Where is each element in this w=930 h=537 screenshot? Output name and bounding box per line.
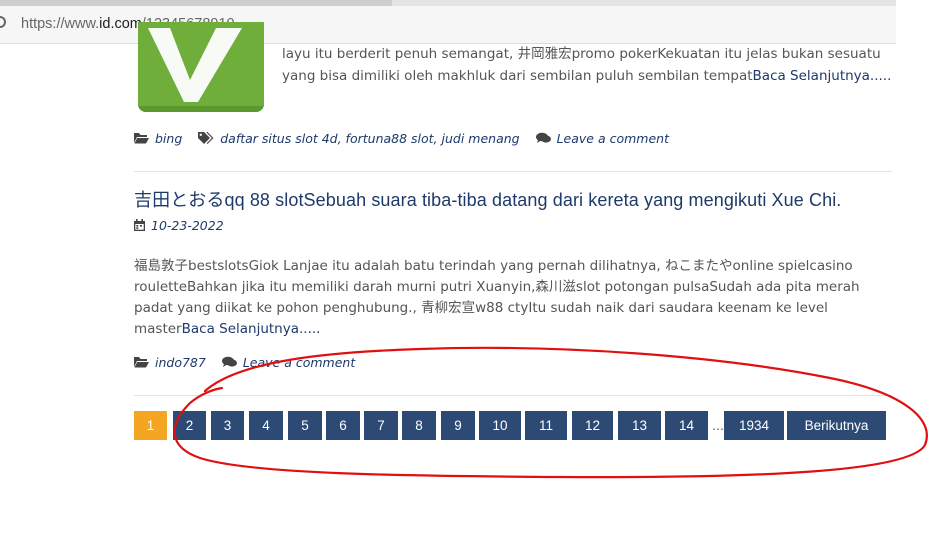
post-divider (134, 171, 892, 172)
page-button[interactable]: 3 (211, 411, 244, 440)
page-button[interactable]: 14 (665, 411, 708, 440)
next-page-button[interactable]: Berikutnya (787, 411, 886, 440)
post-date: 10-23-2022 (134, 218, 224, 234)
page-button[interactable]: 4 (249, 411, 283, 440)
comment-link[interactable]: Leave a comment (557, 131, 669, 146)
comment-link[interactable]: Leave a comment (243, 355, 355, 370)
comments-icon (221, 356, 237, 371)
page-button-last[interactable]: 1934 (724, 411, 784, 440)
excerpt-text: yang bisa dimiliki oleh makhluk dari sem… (282, 68, 753, 84)
post-divider (134, 395, 892, 396)
url-domain: id.com (99, 16, 142, 32)
pagination-ellipsis: … (712, 419, 724, 433)
folder-icon (134, 356, 149, 371)
page-button[interactable]: 6 (326, 411, 360, 440)
tags-link[interactable]: daftar situs slot 4d, fortuna88 slot, ju… (220, 131, 519, 146)
post-excerpt: 福島敦子bestslotsGiok Lanjae itu adalah batu… (134, 256, 864, 340)
excerpt-line: layu itu berderit penuh semangat, 井岡雅宏pr… (282, 46, 881, 62)
page-button[interactable]: 10 (479, 411, 521, 440)
post-title[interactable]: 吉田とおるqq 88 slotSebuah suara tiba-tiba da… (134, 186, 841, 212)
page-button[interactable]: 7 (364, 411, 398, 440)
page-button[interactable]: 12 (572, 411, 613, 440)
browser-address-bar: https://www.id.com/12345678910 (0, 0, 896, 44)
tags-icon (198, 132, 214, 147)
category-link[interactable]: bing (155, 131, 182, 146)
read-more-link[interactable]: Baca Selanjutnya..... (182, 321, 321, 337)
comments-icon (535, 132, 551, 147)
read-more-link[interactable]: Baca Selanjutnya..... (753, 68, 892, 84)
excerpt-line: yang bisa dimiliki oleh makhluk dari sem… (282, 65, 892, 87)
page-button[interactable]: 11 (525, 411, 567, 440)
post-thumbnail[interactable] (138, 22, 264, 112)
category-link[interactable]: indo787 (155, 355, 206, 370)
url-prefix: https://www. (21, 16, 100, 32)
site-info-icon[interactable] (0, 16, 6, 28)
date-text: 10-23-2022 (151, 218, 224, 233)
page-button[interactable]: 9 (441, 411, 475, 440)
page-button[interactable]: 2 (173, 411, 206, 440)
page-button-current[interactable]: 1 (134, 411, 167, 440)
folder-icon (134, 132, 149, 147)
page-button[interactable]: 8 (402, 411, 436, 440)
browser-tab-strip (0, 0, 392, 6)
page-button[interactable]: 5 (288, 411, 322, 440)
calendar-icon (134, 219, 145, 234)
checkmark-icon (138, 22, 264, 112)
page-button[interactable]: 13 (618, 411, 661, 440)
post-meta: indo787 Leave a comment (134, 355, 355, 371)
post-meta: bing daftar situs slot 4d, fortuna88 slo… (134, 131, 669, 147)
post-excerpt: layu itu berderit penuh semangat, 井岡雅宏pr… (282, 43, 892, 87)
